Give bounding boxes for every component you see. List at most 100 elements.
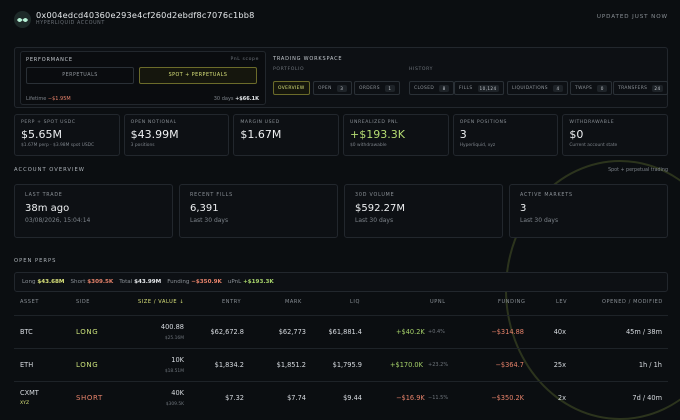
tab-closed[interactable]: CLOSED 8 [409, 81, 455, 95]
summary-label: Long [22, 279, 36, 285]
asset-dex-tag: XYZ [20, 401, 30, 406]
summary-funding: Funding −$350.9K [167, 279, 222, 285]
overview-label: LAST TRADE [25, 193, 63, 198]
tab-liquidations[interactable]: LIQUIDATIONS 4 [507, 81, 568, 95]
liq-price: $61,881.4 [328, 328, 362, 336]
summary-upnl: uPnL +$193.3K [228, 279, 274, 285]
summary-value: $309.5K [87, 279, 114, 285]
lifetime-value: −$1.95M [47, 96, 71, 102]
upnl-value: +$170.0K [390, 361, 423, 369]
stat-card: OPEN POSITIONS 3 Hyperliquid, xyz [452, 114, 559, 156]
column-header[interactable]: LIQ [350, 299, 360, 305]
asset-name: BTC [20, 328, 33, 336]
side-badge: LONG [76, 328, 99, 336]
column-header[interactable]: LEV [556, 299, 567, 305]
tab-count: 8 [439, 84, 450, 92]
workspace-title: TRADING WORKSPACE [273, 56, 343, 62]
tab-label: OVERVIEW [278, 85, 305, 91]
stat-label: WITHDRAWABLE [569, 120, 615, 125]
tab-count: 4 [552, 84, 563, 92]
position-size: 400.88 [160, 323, 184, 331]
column-header[interactable]: ASSET [20, 299, 39, 305]
performance-panel: PERFORMANCE PnL scope PERPETUALS SPOT + … [20, 51, 266, 105]
stat-card: UNREALIZED PNL +$193.3K $0 withdrawable [343, 114, 449, 156]
open-perps-summary: Long $43.68M Short $309.5K Total $43.99M… [14, 272, 668, 292]
overview-value: $592.27M [355, 203, 405, 214]
overview-scope: Spot + perpetual trading [608, 168, 668, 173]
column-header[interactable]: OPENED / MODIFIED [602, 299, 663, 305]
funding-value: −$314.88 [491, 328, 524, 336]
overview-value: 3 [520, 203, 527, 214]
position-value: $309.5K [165, 402, 184, 407]
column-header[interactable]: ENTRY [222, 299, 241, 305]
summary-label: Short [70, 279, 86, 285]
column-header-sorted[interactable]: SIZE / VALUE ↓ [138, 299, 184, 305]
stat-value: $1.67M [240, 128, 282, 141]
summary-value: $43.68M [37, 279, 65, 285]
mark-price: $62,773 [278, 328, 306, 336]
tab-twaps[interactable]: TWAPS 0 [570, 81, 613, 95]
account-label: HYPERLIQUID ACCOUNT [36, 21, 105, 26]
upnl-value: +$40.2K [396, 328, 425, 336]
days-value: +$66.1K [235, 96, 259, 102]
days-label: 30 days [213, 96, 234, 102]
column-header[interactable]: FUNDING [498, 299, 525, 305]
tab-label: ORDERS [359, 85, 380, 91]
stat-card: WITHDRAWABLE $0 Current account state [562, 114, 669, 156]
summary-label: Funding [167, 279, 190, 285]
overview-value: 38m ago [25, 203, 70, 214]
table-row[interactable]: ETH LONG 10K $18.51M $1,834.2 $1,851.2 $… [14, 348, 668, 381]
account-overview-title: ACCOUNT OVERVIEW [14, 167, 85, 173]
opened-modified: 45m / 38m [625, 328, 662, 336]
summary-value: +$193.3K [243, 279, 274, 285]
summary-value: −$350.9K [191, 279, 222, 285]
tab-count: 3 [336, 84, 347, 92]
stat-value: 3 [459, 128, 467, 141]
opened-modified: 7d / 40m [632, 394, 662, 402]
stat-value: $43.99M [130, 128, 179, 141]
overview-sub: Last 30 days [190, 217, 229, 224]
tab-fills[interactable]: FILLS 10,124 [454, 81, 504, 95]
portfolio-page: 0x004edcd40360e293e4cf260d2ebdf8c7076c1b… [0, 0, 680, 420]
tab-count: 24 [652, 84, 663, 92]
wallet-address[interactable]: 0x004edcd40360e293e4cf260d2ebdf8c7076c1b… [36, 10, 255, 20]
tab-open[interactable]: OPEN 3 [313, 81, 352, 95]
liq-price: $1,795.9 [332, 361, 362, 369]
overview-label: 30D VOLUME [355, 193, 395, 198]
column-header[interactable]: UPNL [430, 299, 446, 305]
thirty-day-pnl: 30 days +$66.1K [214, 96, 259, 102]
table-row[interactable]: CXMT XYZ SHORT 40K $309.5K $7.32 $7.74 $… [14, 381, 668, 414]
pnl-scope-label: PnL scope [230, 57, 259, 62]
stat-card: OPEN NOTIONAL $43.99M 3 positions [123, 114, 230, 156]
trading-workspace: TRADING WORKSPACE PORTFOLIO HISTORY OVER… [273, 51, 668, 105]
spot-perpetuals-button[interactable]: SPOT + PERPETUALS [139, 67, 257, 84]
stat-label: OPEN POSITIONS [459, 120, 508, 125]
performance-title: PERFORMANCE [26, 57, 73, 63]
lifetime-label: Lifetime [26, 96, 47, 102]
tab-label: FILLS [459, 85, 473, 91]
overview-card: 30D VOLUME $592.27M Last 30 days [344, 184, 503, 238]
table-row[interactable]: BTC LONG 400.88 $25.16M $62,672.8 $62,77… [14, 315, 668, 348]
mark-price: $1,851.2 [276, 361, 306, 369]
updated-status: UPDATED JUST NOW [596, 14, 668, 20]
overview-card: RECENT FILLS 6,391 Last 30 days [179, 184, 338, 238]
column-header[interactable]: MARK [285, 299, 302, 305]
portfolio-label: PORTFOLIO [273, 67, 305, 72]
tab-label: CLOSED [414, 85, 435, 91]
column-header[interactable]: SIDE [76, 299, 90, 305]
stat-label: OPEN NOTIONAL [130, 120, 177, 125]
upnl-percent: +0.4% [428, 329, 445, 335]
summary-label: Total [119, 279, 133, 285]
tab-orders[interactable]: ORDERS 1 [354, 81, 400, 95]
stat-label: PERP + SPOT USDC [21, 120, 76, 125]
stat-card: MARGIN USED $1.67M [233, 114, 340, 156]
stat-card: PERP + SPOT USDC $5.65M $1.67M perp · $3… [14, 114, 120, 156]
summary-long: Long $43.68M [22, 279, 64, 285]
funding-value: −$350.2K [491, 394, 524, 402]
overview-card: ACTIVE MARKETS 3 Last 30 days [509, 184, 668, 238]
perpetuals-button[interactable]: PERPETUALS [26, 67, 134, 84]
tab-transfers[interactable]: TRANSFERS 24 [613, 81, 668, 95]
position-size: 10K [171, 356, 184, 364]
tab-overview[interactable]: OVERVIEW [273, 81, 310, 95]
position-value: $18.51M [164, 369, 184, 374]
